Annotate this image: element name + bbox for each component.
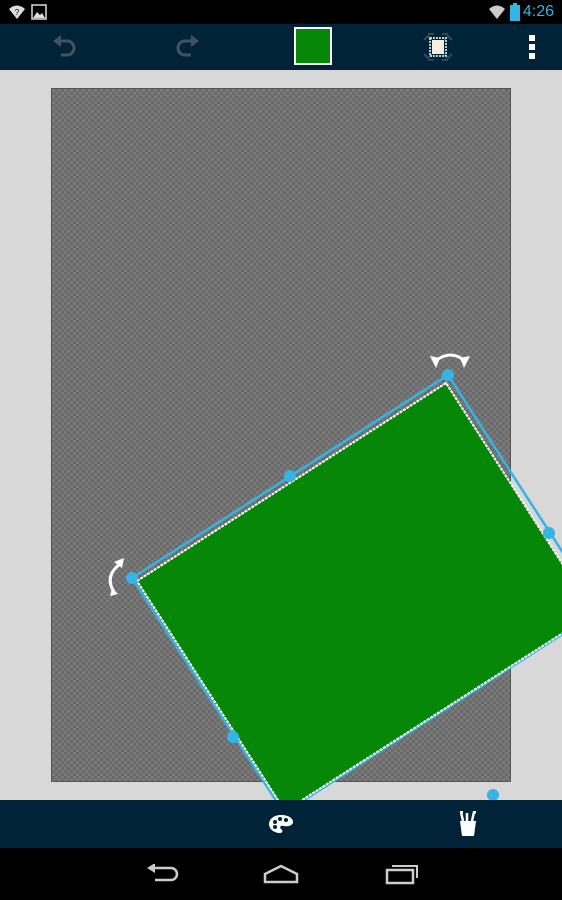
top-toolbar [0,24,562,70]
shape-overlay [108,353,562,800]
navigation-bar [0,848,562,900]
overflow-menu-icon [529,35,535,59]
recent-apps-icon [385,865,418,885]
palette-icon [269,815,293,833]
back-icon [147,864,179,882]
resize-handle[interactable] [442,369,454,381]
clock: 4:26 [522,3,554,20]
resize-handle[interactable] [487,789,499,800]
brush-tools-button[interactable] [438,800,498,848]
color-palette-button[interactable] [251,800,311,848]
rotate-handle-top[interactable] [430,353,470,368]
fill-color-swatch[interactable] [294,27,332,65]
battery-icon [510,3,520,21]
status-bar: ? 4:26 [0,0,562,24]
home-button[interactable] [241,848,321,900]
recent-apps-button[interactable] [362,848,442,900]
resize-handle[interactable] [126,572,138,584]
resize-handle[interactable] [543,527,555,539]
brush-tools-icon [459,811,476,836]
undo-button[interactable] [44,24,84,70]
wifi-icon [489,5,505,19]
green-rectangle-shape[interactable] [135,381,562,800]
resize-handle[interactable] [284,470,296,482]
home-icon [263,864,299,884]
redo-button[interactable] [168,24,208,70]
overflow-menu-button[interactable] [516,24,548,70]
image-notification-icon [31,4,47,20]
canvas-area[interactable] [0,70,562,800]
canvas-crop-icon [423,33,453,61]
redo-icon [176,35,199,57]
wifi-signal-icon: ? [9,5,25,19]
resize-handle[interactable] [227,731,239,743]
svg-text:?: ? [15,8,20,17]
rotate-handle-left[interactable] [108,558,124,596]
bottom-toolbar [0,800,562,848]
back-button[interactable] [122,848,202,900]
undo-icon [53,35,76,57]
canvas-crop-button[interactable] [416,24,460,70]
